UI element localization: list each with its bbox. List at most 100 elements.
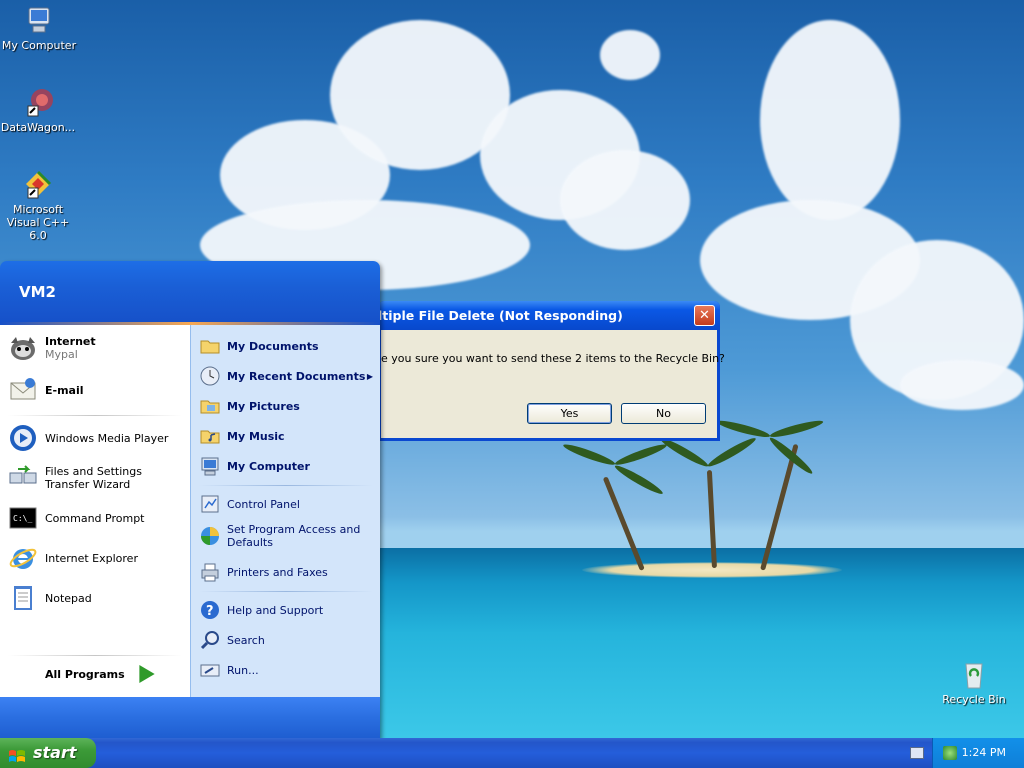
- recent-item-media-player[interactable]: Windows Media Player: [8, 423, 186, 453]
- place-label: Run...: [227, 663, 259, 677]
- start-button[interactable]: start: [0, 738, 96, 768]
- mypal-browser-icon: [8, 333, 38, 363]
- palm-frond: [613, 462, 665, 497]
- recent-item-label: Windows Media Player: [45, 431, 169, 445]
- separator: [199, 591, 373, 592]
- folder-icon: [199, 335, 221, 357]
- user-name: VM2: [19, 283, 56, 301]
- place-printers[interactable]: Printers and Faxes: [199, 561, 373, 583]
- place-run[interactable]: Run...: [199, 659, 373, 681]
- close-button[interactable]: ✕: [694, 305, 715, 326]
- no-button[interactable]: No: [621, 403, 706, 424]
- separator: [8, 415, 182, 416]
- place-search[interactable]: Search: [199, 629, 373, 651]
- place-my-recent-documents[interactable]: My Recent Documents ▶: [199, 365, 373, 387]
- search-icon: [199, 629, 221, 651]
- recent-item-label: Internet Explorer: [45, 551, 138, 565]
- visual-cpp-icon: [22, 168, 54, 200]
- notepad-icon: [8, 583, 38, 613]
- start-menu-header: VM2: [0, 261, 380, 325]
- desktop-icon-label: Microsoft Visual C++ 6.0: [6, 203, 70, 242]
- place-label: Control Panel: [227, 497, 300, 511]
- separator: [199, 485, 373, 486]
- start-menu-footer: [0, 697, 380, 739]
- pictures-folder-icon: [199, 395, 221, 417]
- place-label: Search: [227, 633, 265, 647]
- palm-frond: [613, 441, 669, 468]
- system-tray: 1:24 PM: [932, 738, 1024, 768]
- svg-text:?: ?: [206, 604, 214, 619]
- recent-item-transfer-wizard[interactable]: Files and Settings Transfer Wizard: [8, 463, 186, 493]
- wallpaper-cloud: [900, 360, 1024, 410]
- run-icon: [199, 659, 221, 681]
- desktop-icon-label: DataWagon...: [0, 121, 76, 134]
- pinned-item-label: E-mail: [45, 383, 84, 397]
- place-my-documents[interactable]: My Documents: [199, 335, 373, 357]
- printer-icon: [199, 561, 221, 583]
- desktop-icon-datawagon[interactable]: DataWagon...: [0, 86, 78, 134]
- pinned-item-email[interactable]: E-mail: [8, 375, 186, 405]
- desktop-icon-visual-cpp[interactable]: Microsoft Visual C++ 6.0: [0, 168, 78, 242]
- wallpaper-cloud: [760, 20, 900, 220]
- dialog-title: ltiple File Delete (Not Responding): [378, 308, 623, 323]
- dialog-titlebar[interactable]: ltiple File Delete (Not Responding) ✕: [378, 301, 720, 330]
- datawagon-shortcut-icon: [22, 86, 54, 118]
- yes-button[interactable]: Yes: [527, 403, 612, 424]
- place-control-panel[interactable]: Control Panel: [199, 493, 373, 515]
- place-help[interactable]: ? Help and Support: [199, 599, 373, 621]
- pinned-item-sublabel: Mypal: [45, 348, 78, 361]
- separator: [8, 655, 182, 656]
- place-label: Set Program Access and Defaults: [227, 523, 361, 549]
- wallpaper-cloud: [600, 30, 660, 80]
- desktop-icon-recycle-bin[interactable]: Recycle Bin: [934, 658, 1014, 706]
- start-menu: VM2 Internet Mypal E-mail Windows Media P…: [0, 261, 380, 739]
- computer-icon: [199, 455, 221, 477]
- pinned-item-internet[interactable]: Internet Mypal: [8, 333, 186, 363]
- windows-flag-icon: [8, 745, 26, 762]
- place-program-access[interactable]: Set Program Access and Defaults: [199, 523, 373, 549]
- keyboard-layout-icon[interactable]: [910, 747, 924, 759]
- all-programs-label: All Programs: [45, 667, 125, 681]
- help-icon: ?: [199, 599, 221, 621]
- wallpaper-cloud: [560, 150, 690, 250]
- desktop-icon-my-computer[interactable]: My Computer: [0, 4, 79, 52]
- all-programs-button[interactable]: All Programs: [45, 665, 155, 683]
- desktop-icon-label: Recycle Bin: [942, 693, 1006, 706]
- place-label: My Pictures: [227, 399, 300, 413]
- control-panel-icon: [199, 493, 221, 515]
- place-my-music[interactable]: My Music: [199, 425, 373, 447]
- recent-item-internet-explorer[interactable]: Internet Explorer: [8, 543, 186, 573]
- start-menu-programs-pane: Internet Mypal E-mail Windows Media Playe…: [0, 325, 190, 697]
- pinned-item-label: Internet: [45, 335, 96, 348]
- media-player-icon: [8, 423, 38, 453]
- dialog-message: e you sure you want to send these 2 item…: [381, 352, 725, 365]
- place-label: My Documents: [227, 339, 319, 353]
- place-my-computer[interactable]: My Computer: [199, 455, 373, 477]
- place-label: My Music: [227, 429, 285, 443]
- start-menu-places-pane: My Documents My Recent Documents ▶ My Pi…: [190, 325, 380, 697]
- music-folder-icon: [199, 425, 221, 447]
- clock[interactable]: 1:24 PM: [962, 746, 1006, 759]
- command-prompt-icon: C:\_: [8, 503, 38, 533]
- program-access-icon: [199, 525, 221, 547]
- place-label: My Recent Documents: [227, 369, 366, 383]
- recent-item-label: Notepad: [45, 591, 92, 605]
- internet-explorer-icon: [8, 543, 38, 573]
- network-tray-icon[interactable]: [943, 746, 957, 760]
- transfer-wizard-icon: [8, 463, 38, 493]
- submenu-arrow-icon: ▶: [366, 371, 373, 381]
- desktop-icon-label: My Computer: [1, 39, 77, 52]
- place-label: Printers and Faxes: [227, 565, 328, 579]
- dialog-body: e you sure you want to send these 2 item…: [381, 330, 725, 438]
- taskbar: start 1:24 PM: [0, 738, 1024, 768]
- recent-item-notepad[interactable]: Notepad: [8, 583, 186, 613]
- recent-item-command-prompt[interactable]: C:\_ Command Prompt: [8, 503, 186, 533]
- computer-icon: [23, 4, 55, 36]
- place-label: Help and Support: [227, 603, 324, 617]
- recent-item-label: Command Prompt: [45, 511, 145, 525]
- recent-item-label: Files and Settings Transfer Wizard: [45, 465, 142, 491]
- delete-confirm-dialog: ltiple File Delete (Not Responding) ✕ e …: [378, 301, 725, 441]
- recent-documents-icon: [199, 365, 221, 387]
- place-my-pictures[interactable]: My Pictures: [199, 395, 373, 417]
- start-label: start: [33, 743, 77, 762]
